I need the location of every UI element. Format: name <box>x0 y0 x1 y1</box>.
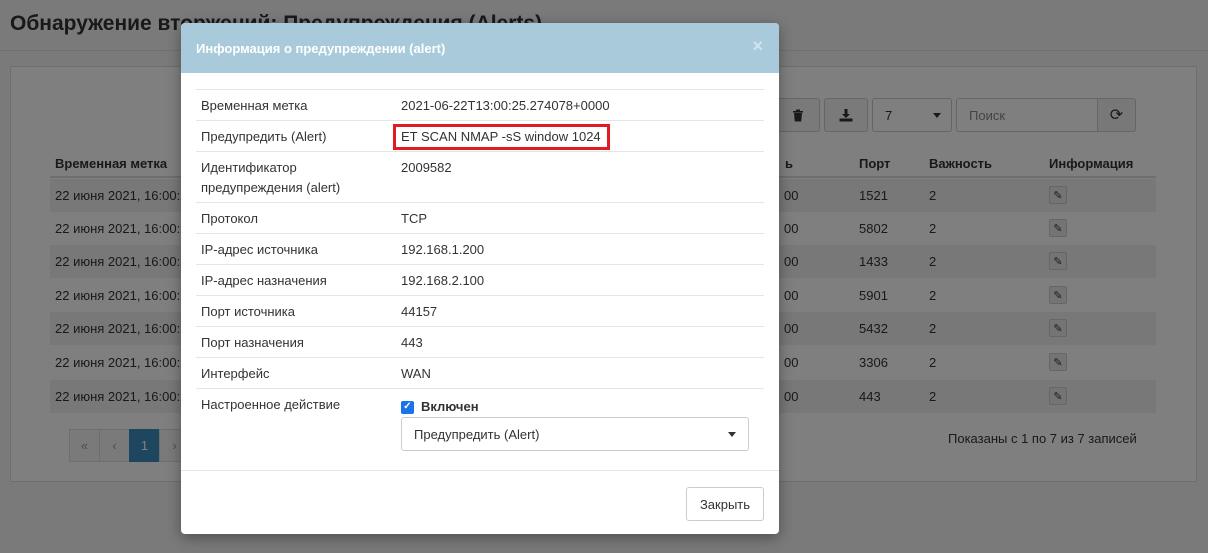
close-icon[interactable]: × <box>752 37 763 55</box>
detail-row-src-port: Порт источника 44157 <box>196 295 764 326</box>
detail-label: Порт назначения <box>201 335 304 350</box>
detail-value: 44157 <box>401 304 438 319</box>
enabled-label: Включен <box>421 399 479 414</box>
detail-label: Настроенное действие <box>201 397 341 412</box>
detail-row-alert: Предупредить (Alert) ET SCAN NMAP -sS wi… <box>196 120 764 151</box>
detail-value: 2009582 <box>401 160 452 175</box>
detail-value: 443 <box>401 335 423 350</box>
detail-value: 192.168.2.100 <box>401 273 485 288</box>
alert-details-table: Временная метка 2021-06-22T13:00:25.2740… <box>196 89 764 460</box>
highlighted-alert-value: ET SCAN NMAP -sS window 1024 <box>393 124 610 150</box>
detail-value: 192.168.1.200 <box>401 242 485 257</box>
modal-header: Информация о предупреждении (alert) × <box>181 23 779 73</box>
detail-row-src-ip: IP-адрес источника 192.168.1.200 <box>196 233 764 264</box>
detail-value: TCP <box>401 211 427 226</box>
detail-row-dst-ip: IP-адрес назначения 192.168.2.100 <box>196 264 764 295</box>
close-button[interactable]: Закрыть <box>686 487 764 521</box>
modal-footer: Закрыть <box>181 470 779 534</box>
detail-row-protocol: Протокол TCP <box>196 202 764 233</box>
detail-row-timestamp: Временная метка 2021-06-22T13:00:25.2740… <box>196 89 764 120</box>
modal-body: Временная метка 2021-06-22T13:00:25.2740… <box>181 73 779 470</box>
detail-label: IP-адрес источника <box>201 242 318 257</box>
chevron-down-icon <box>728 431 736 437</box>
detail-label: Интерфейс <box>201 366 270 381</box>
enabled-checkbox[interactable]: ✓ Включен <box>401 397 479 417</box>
action-select[interactable]: Предупредить (Alert) <box>401 417 749 451</box>
modal-title: Информация о предупреждении (alert) <box>196 40 446 56</box>
detail-value: ET SCAN NMAP -sS window 1024 <box>393 124 610 150</box>
detail-label: Идентификатор предупреждения (alert) <box>201 160 341 195</box>
detail-label: Порт источника <box>201 304 296 319</box>
alert-info-modal: Информация о предупреждении (alert) × Вр… <box>181 23 779 534</box>
detail-label: Протокол <box>201 211 258 226</box>
detail-label: Предупредить (Alert) <box>201 129 327 144</box>
detail-value: WAN <box>401 366 431 381</box>
detail-row-action: Настроенное действие ✓ Включен Предупред… <box>196 388 764 460</box>
checkmark-icon: ✓ <box>401 400 414 414</box>
action-select-value: Предупредить (Alert) <box>414 426 540 442</box>
detail-label: IP-адрес назначения <box>201 273 327 288</box>
detail-row-dst-port: Порт назначения 443 <box>196 326 764 357</box>
detail-row-interface: Интерфейс WAN <box>196 357 764 388</box>
detail-value: 2021-06-22T13:00:25.274078+0000 <box>401 98 610 113</box>
detail-row-alert-id: Идентификатор предупреждения (alert) 200… <box>196 151 764 202</box>
detail-label: Временная метка <box>201 98 308 113</box>
